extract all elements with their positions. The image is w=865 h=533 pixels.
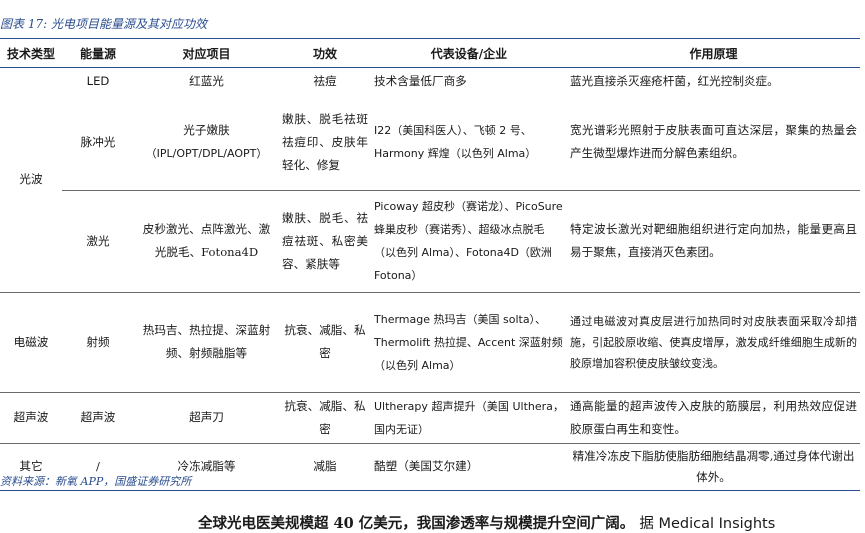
- next-section-heading-text: 全球光电医美规模超 40 亿美元，我国渗透率与规模提升空间广阔。: [198, 515, 635, 532]
- principle-ipl: 宽光谱彩光照射于皮肤表面可直达深层，聚集的热量会产生微型爆炸进而分解色素组织。: [570, 123, 857, 161]
- table-row-ipl: 脉冲光 光子嫩肤 （IPL/OPT/DPL/AOPT） 嫩肤、脱毛祛斑祛痘印、皮…: [0, 95, 860, 190]
- table-row-laser: 激光 皮秒激光、点阵激光、激光脱毛、Fotona4D 嫩肤、脱毛、祛痘祛斑、私密…: [0, 189, 860, 292]
- table-caption: 图表 17: 光电项目能量源及其对应功效: [0, 17, 207, 31]
- effect-laser: 嫩肤、脱毛、祛痘祛斑、私密美容、紧肤等: [279, 189, 371, 292]
- table-row-led: 光波 LED 红蓝光 祛痘 技术含量低厂商多 蓝光直接杀灭痤疮杆菌，红光控制炎症…: [0, 67, 860, 293]
- principle-other: 精准冷冻皮下脂肪使脂肪细胞结晶凋零,通过身体代谢出体外。: [567, 442, 860, 491]
- header-principle: 作用原理: [567, 38, 860, 68]
- energy-source-table: 技术类型 能量源 对应项目 功效 代表设备/企业 作用原理 光波 LED 红蓝光…: [0, 38, 860, 491]
- header-device: 代表设备/企业: [371, 38, 567, 68]
- effect-other: 减脂: [279, 442, 371, 491]
- header-project: 对应项目: [134, 38, 279, 68]
- project-ipl-line1: 光子嫩肤: [183, 123, 230, 138]
- source-us: 超声波: [62, 391, 134, 443]
- header-energy-source: 能量源: [62, 38, 134, 68]
- header-effect: 功效: [279, 38, 371, 68]
- project-us: 超声刀: [134, 391, 279, 443]
- effect-led: 祛痘: [313, 74, 337, 88]
- project-led: 红蓝光: [189, 74, 224, 88]
- principle-led: 蓝光直接杀灭痤疮杆菌，红光控制炎症。: [570, 74, 779, 88]
- source-note: 资料来源：新氧 APP，国盛证券研究所: [0, 475, 192, 488]
- principle-laser: 特定波长激光对靶细胞组织进行定向加热，能量更高且易于聚焦，直接消灭色素团。: [567, 189, 860, 292]
- table-row-em: 电磁波 射频 热玛吉、热拉提、深蓝射频、射频融脂等 抗衰、减脂、私密 Therm…: [0, 291, 860, 392]
- table-header-row: 技术类型 能量源 对应项目 功效 代表设备/企业 作用原理: [0, 38, 860, 68]
- project-laser: 皮秒激光、点阵激光、激光脱毛、Fotona4D: [134, 189, 279, 292]
- source-laser: 激光: [62, 189, 134, 292]
- tech-type-us: 超声波: [0, 391, 62, 443]
- device-led: 技术含量低厂商多: [374, 74, 467, 88]
- project-ipl-line2: （IPL/OPT/DPL/AOPT）: [145, 147, 268, 161]
- principle-em: 通过电磁波对真皮层进行加热同时对皮肤表面采取冷却措施，引起胶原收缩、使真皮增厚，…: [567, 291, 860, 392]
- device-em: Thermage 热玛吉（美国 solta）、Thermolift 热拉提、Ac…: [371, 291, 567, 392]
- source-led: LED: [86, 74, 110, 88]
- effect-em: 抗衰、减脂、私密: [279, 291, 371, 392]
- effect-ipl: 嫩肤、脱毛祛斑祛痘印、皮肤年轻化、修复: [282, 111, 368, 172]
- project-ipl: 光子嫩肤 （IPL/OPT/DPL/AOPT）: [134, 95, 279, 190]
- device-laser: Picoway 超皮秒（赛诺龙）、PicoSure 蜂巢皮秒（赛诺秀）、超级冰点…: [371, 189, 567, 292]
- tech-type-em: 电磁波: [0, 291, 62, 392]
- source-em: 射频: [62, 291, 134, 392]
- next-section-heading: 全球光电医美规模超 40 亿美元，我国渗透率与规模提升空间广阔。 据 Medic…: [198, 512, 775, 533]
- device-us: Ultherapy 超声提升（美国 Ulthera，国内无证）: [371, 391, 567, 443]
- source-ipl: 脉冲光: [80, 134, 116, 149]
- effect-us: 抗衰、减脂、私密: [279, 391, 371, 443]
- next-section-heading-source: 据 Medical Insights: [639, 516, 776, 532]
- table-row-us: 超声波 超声波 超声刀 抗衰、减脂、私密 Ultherapy 超声提升（美国 U…: [0, 391, 860, 443]
- principle-us: 通高能量的超声波传入皮肤的筋膜层，利用热效应促进胶原蛋白再生和变性。: [567, 391, 860, 443]
- header-tech-type: 技术类型: [0, 38, 62, 68]
- device-other: 酷塑（美国艾尔建）: [371, 442, 567, 491]
- tech-type-optical: 光波: [0, 67, 62, 293]
- project-em: 热玛吉、热拉提、深蓝射频、射频融脂等: [134, 291, 279, 392]
- device-ipl: I22（美国科医人）、飞顿 2 号、Harmony 辉煌（以色列 Alma）: [374, 124, 537, 161]
